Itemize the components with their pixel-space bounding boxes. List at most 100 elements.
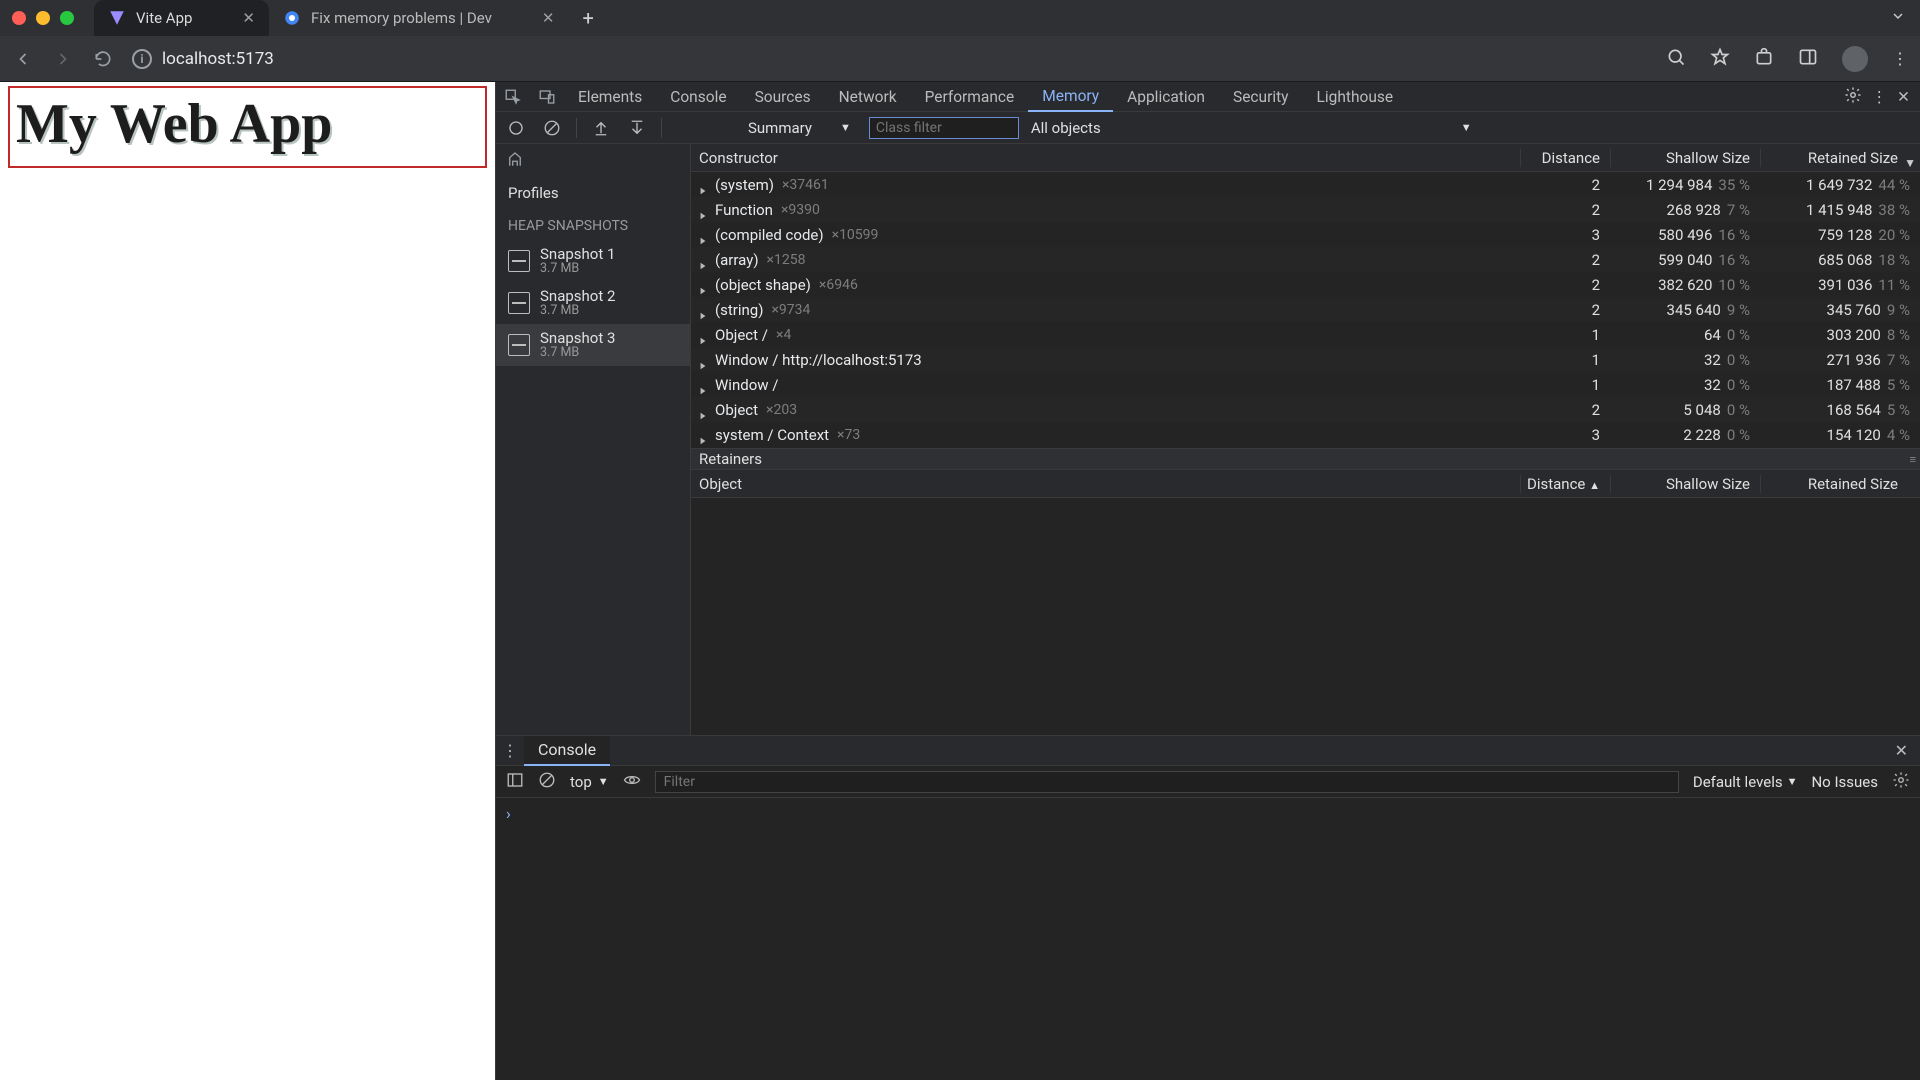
snapshot-icon: [508, 292, 530, 314]
tab-application[interactable]: Application: [1113, 82, 1219, 112]
back-button[interactable]: [12, 48, 34, 70]
heap-row[interactable]: Object×20325 0480 %168 5645 %: [691, 397, 1920, 422]
sort-desc-icon: ▼: [1904, 156, 1916, 170]
tab-performance[interactable]: Performance: [911, 82, 1029, 112]
window-minimize-button[interactable]: [36, 11, 50, 25]
col-retained-size[interactable]: Retained Size▼: [1760, 149, 1920, 167]
tab-lighthouse[interactable]: Lighthouse: [1303, 82, 1408, 112]
zoom-icon[interactable]: [1666, 47, 1686, 71]
new-tab-button[interactable]: +: [568, 6, 607, 30]
close-drawer-icon[interactable]: ✕: [1895, 741, 1920, 760]
col-shallow-size[interactable]: Shallow Size: [1610, 475, 1760, 493]
clear-console-icon[interactable]: [538, 771, 556, 793]
tab-title: Vite App: [136, 9, 192, 27]
snapshot-item[interactable]: Snapshot 33.7 MB: [496, 324, 690, 366]
col-distance[interactable]: Distance: [1520, 149, 1610, 167]
save-icon[interactable]: [625, 116, 649, 140]
settings-icon[interactable]: [1844, 86, 1862, 108]
heap-row[interactable]: Window /1320 %187 4885 %: [691, 372, 1920, 397]
issues-button[interactable]: No Issues: [1811, 773, 1878, 791]
heap-snapshots-heading: HEAP SNAPSHOTS: [496, 210, 690, 240]
console-filter-input[interactable]: [655, 771, 1679, 793]
expand-icon[interactable]: [699, 306, 707, 314]
col-constructor[interactable]: Constructor: [691, 149, 1520, 167]
inspected-element-highlight: My Web App: [8, 86, 487, 168]
browser-tab-inactive[interactable]: Fix memory problems | Dev ✕: [269, 0, 568, 36]
heap-row[interactable]: Function×93902268 9287 %1 415 94838 %: [691, 197, 1920, 222]
address-bar[interactable]: i localhost:5173: [132, 49, 274, 69]
clear-icon[interactable]: [540, 116, 564, 140]
constructor-name: (object shape): [715, 276, 811, 294]
heap-row[interactable]: (compiled code)×105993580 49616 %759 128…: [691, 222, 1920, 247]
tab-console[interactable]: Console: [656, 82, 740, 112]
browser-toolbar: i localhost:5173: [0, 36, 1920, 82]
heap-row[interactable]: (object shape)×69462382 62010 %391 03611…: [691, 272, 1920, 297]
close-devtools-icon[interactable]: ✕: [1897, 88, 1910, 106]
class-filter-input[interactable]: [869, 117, 1019, 139]
inspect-element-icon[interactable]: [496, 88, 530, 106]
drawer-tab-console[interactable]: Console: [524, 736, 610, 766]
expand-icon[interactable]: [699, 356, 707, 364]
bookmark-icon[interactable]: [1710, 47, 1730, 71]
console-settings-icon[interactable]: [1892, 771, 1910, 793]
site-info-icon[interactable]: i: [132, 49, 152, 69]
retainers-header[interactable]: Retainers ≡: [691, 448, 1920, 470]
heap-row[interactable]: (system)×3746121 294 98435 %1 649 73244 …: [691, 172, 1920, 197]
expand-icon[interactable]: [699, 381, 707, 389]
expand-icon[interactable]: [699, 331, 707, 339]
workspace: My Web App Elements Console Sources Netw…: [0, 82, 1920, 1080]
live-expression-icon[interactable]: [623, 771, 641, 793]
col-distance[interactable]: Distance ▲: [1520, 475, 1610, 493]
constructor-name: (system): [715, 176, 774, 194]
tab-security[interactable]: Security: [1219, 82, 1303, 112]
snapshot-item[interactable]: Snapshot 13.7 MB: [496, 240, 690, 282]
window-close-button[interactable]: [12, 11, 26, 25]
snapshot-item[interactable]: Snapshot 23.7 MB: [496, 282, 690, 324]
context-select[interactable]: top▼: [570, 773, 609, 791]
expand-icon[interactable]: [699, 406, 707, 414]
expand-icon[interactable]: [699, 281, 707, 289]
browser-tab-active[interactable]: Vite App ✕: [94, 0, 269, 36]
expand-icon[interactable]: [699, 206, 707, 214]
heap-row[interactable]: (array)×12582599 04016 %685 06818 %: [691, 247, 1920, 272]
device-toolbar-icon[interactable]: [530, 88, 564, 106]
collect-garbage-icon[interactable]: [496, 150, 690, 174]
expand-icon[interactable]: [699, 231, 707, 239]
devtools-menu-button[interactable]: [1872, 88, 1888, 106]
drawer-menu-button[interactable]: [496, 741, 524, 760]
sidebar-toggle-icon[interactable]: [506, 771, 524, 793]
col-retained-size[interactable]: Retained Size: [1760, 475, 1920, 493]
chrome-menu-button[interactable]: [1892, 49, 1908, 68]
window-zoom-button[interactable]: [60, 11, 74, 25]
view-mode-select[interactable]: Summary▼: [742, 119, 857, 137]
log-levels-select[interactable]: Default levels▼: [1693, 773, 1798, 791]
expand-icon[interactable]: [699, 181, 707, 189]
record-icon[interactable]: [504, 116, 528, 140]
load-icon[interactable]: [589, 116, 613, 140]
heap-row[interactable]: system / Context×7332 2280 %154 1204 %: [691, 422, 1920, 447]
side-panel-icon[interactable]: [1798, 47, 1818, 71]
tab-sources[interactable]: Sources: [741, 82, 825, 112]
close-icon[interactable]: ✕: [242, 9, 255, 27]
profile-avatar[interactable]: [1842, 46, 1868, 72]
close-icon[interactable]: ✕: [542, 9, 555, 27]
console-body[interactable]: ›: [496, 798, 1920, 1080]
expand-icon[interactable]: [699, 256, 707, 264]
forward-button[interactable]: [52, 48, 74, 70]
chevron-down-icon[interactable]: [1890, 8, 1906, 28]
object-filter-select[interactable]: All objects▼: [1031, 119, 1472, 137]
tab-memory[interactable]: Memory: [1028, 82, 1113, 112]
tab-elements[interactable]: Elements: [564, 82, 656, 112]
col-shallow-size[interactable]: Shallow Size: [1610, 149, 1760, 167]
extensions-icon[interactable]: [1754, 47, 1774, 71]
drag-handle-icon[interactable]: ≡: [1910, 453, 1916, 466]
reload-button[interactable]: [92, 48, 114, 70]
instance-count: ×10599: [832, 227, 879, 243]
shallow-size-value: 320 %: [1610, 351, 1760, 369]
heap-row[interactable]: Window / http://localhost:51731320 %271 …: [691, 347, 1920, 372]
col-object[interactable]: Object: [691, 475, 1520, 493]
heap-row[interactable]: Object /×41640 %303 2008 %: [691, 322, 1920, 347]
expand-icon[interactable]: [699, 431, 707, 439]
heap-row[interactable]: (string)×97342345 6409 %345 7609 %: [691, 297, 1920, 322]
tab-network[interactable]: Network: [825, 82, 911, 112]
